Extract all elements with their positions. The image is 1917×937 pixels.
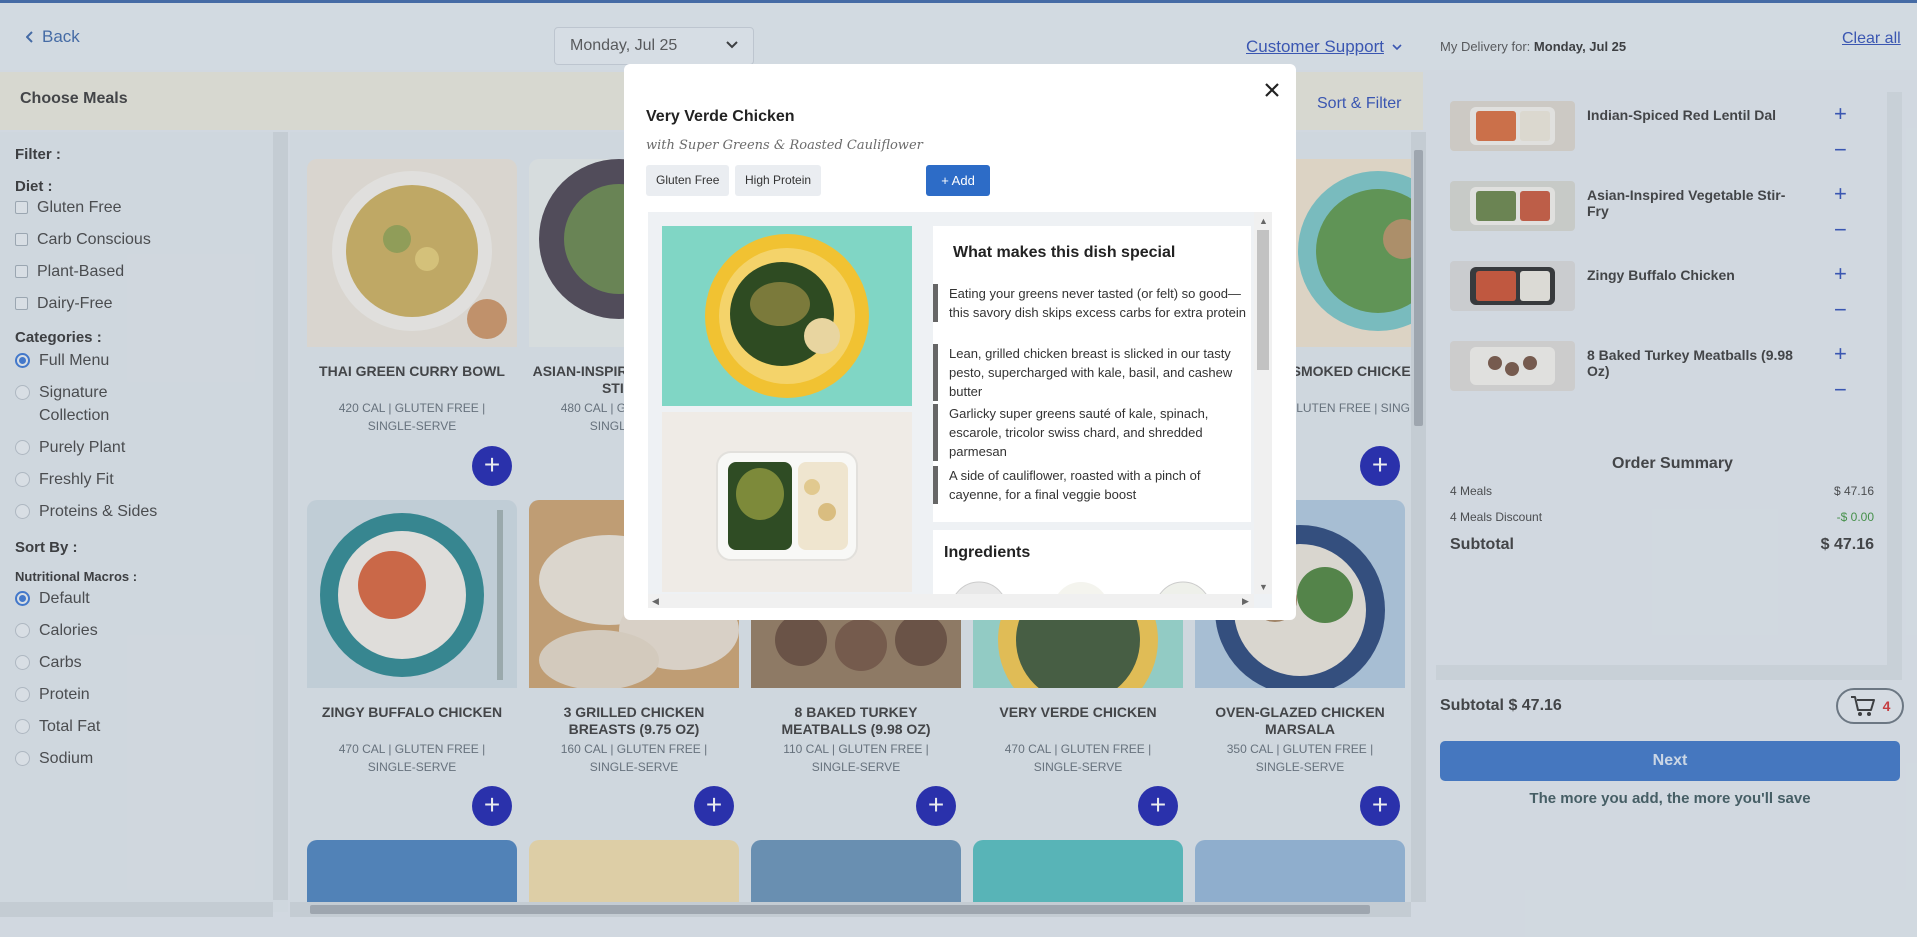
scroll-right-arrow[interactable]: ▶ — [1242, 596, 1249, 607]
dish-illustration — [705, 234, 869, 398]
add-button[interactable]: + Add — [926, 165, 990, 196]
meal-detail-modal: Very Verde Chicken with Super Greens & R… — [624, 64, 1296, 620]
ingredients-title: Ingredients — [944, 544, 1031, 561]
special-bullet: Lean, grilled chicken breast is slicked … — [933, 344, 1251, 401]
tray-illustration — [716, 451, 858, 561]
modal-scroll-thumb[interactable] — [1257, 230, 1269, 370]
special-bullet: A side of cauliflower, roasted with a pi… — [933, 466, 1251, 504]
scroll-down-arrow[interactable]: ▼ — [1259, 582, 1268, 592]
scroll-up-arrow[interactable]: ▲ — [1259, 216, 1268, 226]
tray-photo — [662, 412, 912, 592]
tag-gluten-free: Gluten Free — [646, 165, 730, 196]
modal-title: Very Verde Chicken — [646, 108, 795, 125]
modal-body: What makes this dish special Eating your… — [648, 212, 1272, 608]
special-section: What makes this dish special Eating your… — [933, 226, 1251, 522]
special-title: What makes this dish special — [953, 244, 1176, 261]
scroll-left-arrow[interactable]: ◀ — [652, 596, 659, 607]
modal-subtitle: with Super Greens & Roasted Cauliflower — [646, 138, 923, 153]
close-icon[interactable] — [1260, 78, 1284, 102]
tag-high-protein: High Protein — [735, 165, 822, 196]
modal-horizontal-scrollbar[interactable] — [648, 594, 1254, 608]
special-bullet: Eating your greens never tasted (or felt… — [933, 284, 1251, 322]
dish-photo — [662, 226, 912, 406]
special-bullet: Garlicky super greens sauté of kale, spi… — [933, 404, 1251, 461]
